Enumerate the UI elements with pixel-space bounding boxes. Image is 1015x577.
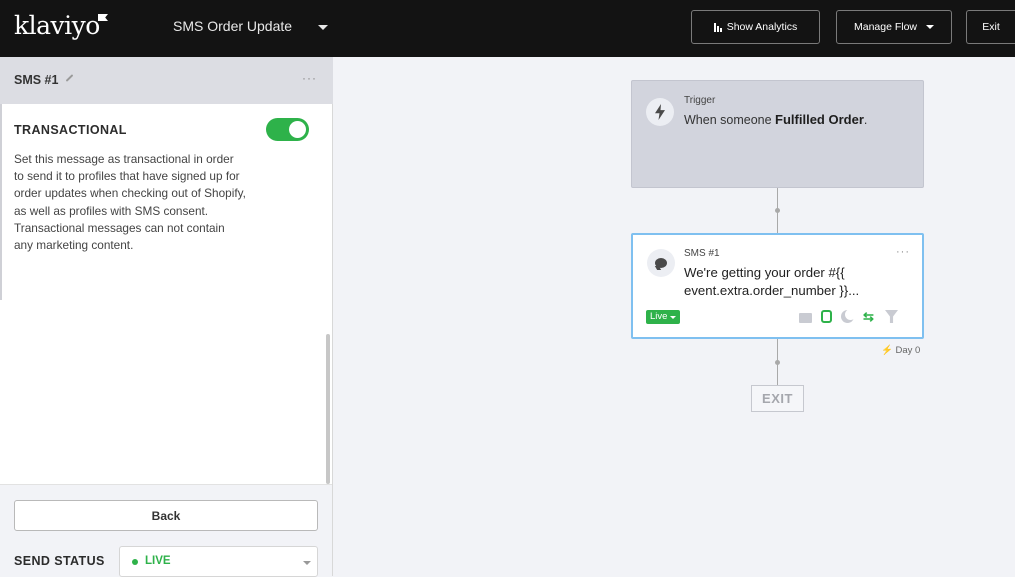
exit-button[interactable]: Exit — [966, 10, 1015, 44]
chat-bubble-icon — [655, 258, 667, 268]
card-action-icons: ⇆ — [799, 309, 898, 323]
sms-message-card[interactable]: SMS #1 ··· We're getting your order #{{ … — [631, 233, 924, 339]
top-bar: klaviyo SMS Order Update Show Analytics … — [0, 0, 1015, 57]
moon-icon[interactable] — [841, 309, 856, 323]
manage-flow-label: Manage Flow — [853, 21, 918, 33]
phone-icon[interactable] — [821, 310, 832, 323]
bar-chart-icon — [713, 22, 722, 32]
sms-message-preview: We're getting your order #{{ event.extra… — [684, 265, 860, 298]
back-button[interactable]: Back — [14, 500, 318, 531]
transactional-label: TRANSACTIONAL — [14, 123, 127, 137]
sms-card-label: SMS #1 — [684, 248, 720, 259]
panel-left-edge — [0, 104, 2, 300]
live-badge-label: Live — [650, 311, 668, 322]
delay-label: ⚡ Day 0 — [881, 345, 921, 356]
exit-node: EXIT — [751, 385, 804, 412]
logo-flag-icon — [98, 14, 108, 21]
envelope-icon[interactable] — [799, 312, 812, 323]
live-status-badge[interactable]: Live — [646, 310, 681, 324]
lightning-bolt-icon — [655, 104, 665, 120]
panel-footer: Back SEND STATUS LIVE — [0, 484, 332, 577]
more-options-icon[interactable]: ··· — [302, 71, 317, 85]
split-icon[interactable]: ⇆ — [863, 310, 876, 323]
panel-scrollbar[interactable] — [326, 334, 330, 484]
send-status-value: LIVE — [145, 555, 171, 567]
flow-title-chevron-down-icon[interactable] — [318, 25, 328, 30]
panel-header: SMS #1 ··· — [0, 57, 333, 104]
chevron-down-icon — [670, 315, 677, 319]
toggle-knob — [289, 121, 306, 138]
send-status-select[interactable]: LIVE — [119, 546, 318, 577]
show-analytics-label: Show Analytics — [726, 21, 798, 33]
transactional-description: Set this message as transactional in ord… — [14, 152, 246, 253]
trigger-description: When someone Fulfilled Order. — [684, 112, 868, 127]
status-dot-icon — [132, 559, 138, 565]
flow-title[interactable]: SMS Order Update — [173, 18, 292, 34]
trigger-icon-circle — [646, 98, 674, 126]
trigger-event: Fulfilled Order — [775, 112, 864, 127]
transactional-toggle[interactable] — [266, 118, 309, 141]
send-status-label: SEND STATUS — [14, 554, 105, 568]
connector-dot — [775, 360, 780, 365]
trigger-card[interactable]: Trigger When someone Fulfilled Order. — [631, 80, 924, 188]
chevron-down-icon — [926, 25, 935, 29]
sms-icon-circle — [647, 249, 675, 277]
show-analytics-button[interactable]: Show Analytics — [691, 10, 820, 44]
panel-title: SMS #1 — [14, 73, 59, 87]
manage-flow-button[interactable]: Manage Flow — [836, 10, 952, 44]
klaviyo-logo[interactable]: klaviyo — [14, 11, 100, 40]
trigger-label: Trigger — [684, 95, 716, 106]
message-settings-panel: SMS #1 ··· TRANSACTIONAL Set this messag… — [0, 57, 333, 577]
connector-dot — [775, 208, 780, 213]
filter-icon[interactable] — [885, 310, 898, 323]
pencil-icon[interactable] — [65, 74, 74, 82]
chevron-down-icon — [303, 561, 311, 565]
more-options-icon[interactable]: ··· — [896, 246, 910, 258]
exit-label: Exit — [982, 21, 1000, 33]
